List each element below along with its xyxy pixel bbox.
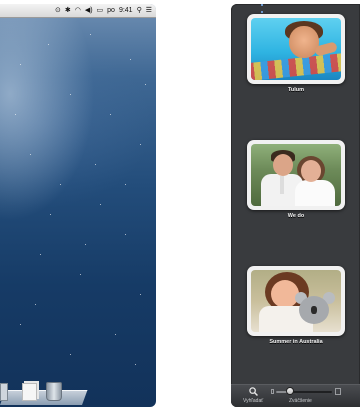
star: [140, 144, 141, 145]
zoom-out-icon[interactable]: [271, 389, 274, 394]
star: [115, 334, 116, 335]
star: [50, 214, 51, 215]
star: [15, 114, 16, 115]
star: [125, 184, 126, 185]
star: [40, 254, 41, 255]
event-photo: [251, 144, 341, 206]
dock-app-icon[interactable]: [0, 383, 8, 401]
star: [125, 234, 126, 235]
bluetooth-icon[interactable]: ✱: [65, 4, 71, 18]
trash-icon[interactable]: [46, 382, 62, 401]
search-label: Vyhľadať: [243, 398, 264, 404]
time-machine-icon[interactable]: ⊙: [55, 4, 61, 18]
star: [85, 244, 86, 245]
star: [100, 204, 101, 205]
bottom-toolbar: Vyhľadať Zväčšenie: [231, 384, 360, 407]
event-title: We do: [287, 213, 305, 219]
star: [110, 114, 111, 115]
star: [60, 184, 61, 185]
event-thumbnail[interactable]: [247, 140, 345, 210]
menu-bar: ⊙ ✱ ◠ ◀) ▭ po 9:41 ⚲ ☰: [0, 4, 156, 18]
zoom-slider[interactable]: [276, 391, 332, 393]
star: [20, 64, 21, 65]
star: [135, 364, 136, 365]
star: [90, 34, 91, 35]
star: [145, 84, 146, 85]
star: [130, 59, 131, 60]
menubar-day[interactable]: po: [107, 4, 115, 18]
volume-icon[interactable]: ◀): [85, 4, 93, 18]
zoom-in-icon[interactable]: [335, 388, 341, 395]
zoom-label: Zväčšenie: [289, 398, 312, 404]
star: [48, 44, 49, 45]
star: [70, 354, 71, 355]
star: [35, 304, 36, 305]
menubar-clock[interactable]: 9:41: [119, 4, 133, 18]
search-icon[interactable]: [249, 387, 258, 396]
spotlight-icon[interactable]: ⚲: [137, 4, 142, 18]
dock-shelf: [0, 390, 88, 405]
battery-icon[interactable]: ▭: [97, 4, 104, 18]
event-thumbnail[interactable]: [247, 14, 345, 84]
documents-stack-icon[interactable]: [22, 383, 37, 401]
wifi-icon[interactable]: ◠: [75, 4, 81, 18]
event-thumbnail[interactable]: [247, 266, 345, 336]
event-card[interactable]: Tulum: [247, 14, 345, 93]
event-photo: [251, 270, 341, 332]
dock: [0, 382, 90, 407]
event-photo: [251, 18, 341, 80]
events-browser: Tulum We do Summer in Australia Vyhľadať…: [231, 4, 360, 407]
star: [20, 324, 21, 325]
zoom-slider-thumb[interactable]: [287, 388, 293, 394]
notification-center-icon[interactable]: ☰: [146, 4, 152, 18]
star: [70, 94, 71, 95]
event-card[interactable]: Summer in Australia: [247, 266, 345, 345]
event-card[interactable]: We do: [247, 140, 345, 219]
star: [30, 154, 31, 155]
desktop-screenshot: ⊙ ✱ ◠ ◀) ▭ po 9:41 ⚲ ☰: [0, 4, 156, 407]
star: [80, 274, 81, 275]
event-title: Summer in Australia: [269, 339, 323, 345]
star: [140, 294, 141, 295]
star: [95, 164, 96, 165]
event-title: Tulum: [287, 87, 305, 93]
